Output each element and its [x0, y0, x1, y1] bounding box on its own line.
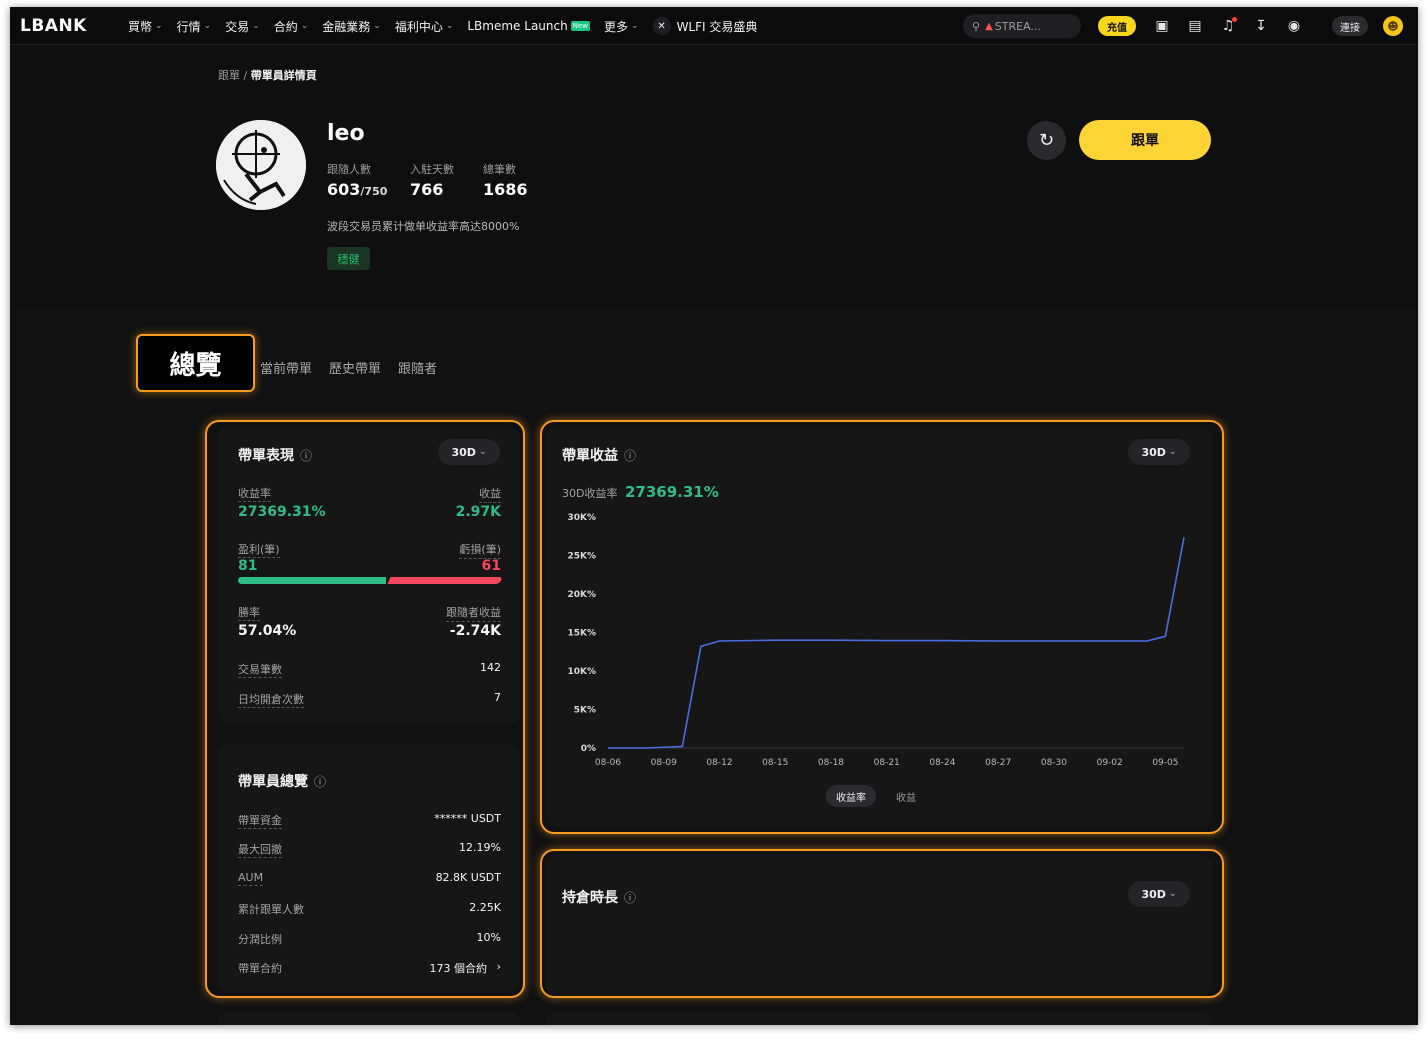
- orders-stat: 總筆數 1686: [483, 161, 528, 199]
- fire-icon: ▲: [985, 20, 993, 32]
- app-screen: LBANK 買幣 ⌄ 行情 ⌄ 交易 ⌄ 合約 ⌄ 金融業務 ⌄ 福利中心 ⌄ LBmeme Launc…: [10, 7, 1418, 1025]
- nav-item-label: 金融業務: [322, 19, 371, 34]
- follow-button[interactable]: 跟單: [1079, 120, 1211, 160]
- highlight-holding: [540, 849, 1224, 998]
- nav-item-8[interactable]: ✕ WLFI 交易盛典: [652, 17, 758, 35]
- nav-item-label: LBmeme Launch: [467, 19, 568, 33]
- highlight-profit-chart: [540, 420, 1224, 834]
- deposit-button[interactable]: 充值: [1098, 16, 1136, 36]
- globe-icon[interactable]: ◉: [1285, 17, 1303, 35]
- nav-item-3[interactable]: 合約 ⌄: [274, 18, 309, 35]
- highlight-left-column: [205, 420, 525, 998]
- lbank-logo[interactable]: LBANK: [20, 16, 87, 36]
- tab-followers[interactable]: 跟隨者: [398, 358, 437, 377]
- breadcrumb-separator: /: [243, 69, 248, 82]
- days-label: 入駐天數: [410, 163, 454, 176]
- nav-item-label: 福利中心: [394, 19, 443, 34]
- notification-dot: [1232, 17, 1237, 22]
- chevron-down-icon: ⌄: [445, 21, 454, 31]
- breadcrumb-parent[interactable]: 跟單: [218, 69, 240, 82]
- trader-description: 波段交易员累计做单收益率高达8000%: [327, 220, 520, 233]
- tab-bar: 當前帶單 歷史帶單 跟隨者: [260, 358, 454, 377]
- nav-item-4[interactable]: 金融業務 ⌄: [322, 18, 381, 35]
- nav-item-6[interactable]: LBmeme Launch New: [467, 19, 590, 33]
- chevron-down-icon: ⌄: [203, 21, 212, 31]
- bell-icon[interactable]: ♫: [1219, 17, 1237, 35]
- nav-item-7[interactable]: 更多 ⌄: [604, 18, 639, 35]
- nav-item-label: 合約: [273, 19, 298, 34]
- followers-max: /750: [360, 185, 388, 198]
- orders-value: 1686: [483, 180, 528, 199]
- chevron-down-icon: ⌄: [373, 21, 381, 31]
- wlfi-logo-icon: ✕: [652, 17, 671, 35]
- new-badge: New: [570, 21, 590, 31]
- nav-item-label: WLFI 交易盛典: [676, 19, 758, 34]
- connect-button[interactable]: 連接: [1332, 16, 1368, 36]
- wallet-icon[interactable]: ▣: [1153, 17, 1171, 35]
- search-icon: ⚲: [972, 19, 981, 33]
- breadcrumb-current: 帶單員詳情頁: [250, 69, 317, 82]
- breadcrumb: 跟單 / 帶單員詳情頁: [218, 67, 317, 83]
- tab-overview[interactable]: 總覽: [136, 334, 255, 392]
- chevron-down-icon: ⌄: [631, 21, 639, 31]
- share-icon: ↻: [1038, 130, 1055, 151]
- days-value: 766: [410, 180, 444, 199]
- style-tag: 穩健: [327, 247, 370, 270]
- top-navbar: LBANK 買幣 ⌄ 行情 ⌄ 交易 ⌄ 合約 ⌄ 金融業務 ⌄ 福利中心 ⌄ LBmeme Launc…: [10, 7, 1418, 45]
- main-menu: 買幣 ⌄ 行情 ⌄ 交易 ⌄ 合約 ⌄ 金融業務 ⌄ 福利中心 ⌄ LBmeme Launch New 更多…: [128, 7, 771, 45]
- tab-history-orders[interactable]: 歷史帶單: [329, 358, 381, 377]
- next-card-peek-right: [546, 1012, 1212, 1025]
- followers-value: 603: [327, 180, 361, 199]
- chevron-down-icon: ⌄: [300, 21, 309, 31]
- followers-stat: 跟隨人數 603/750: [327, 161, 387, 199]
- nav-item-label: 行情: [176, 19, 201, 34]
- download-icon[interactable]: ↧: [1252, 17, 1270, 35]
- orders-label: 總筆數: [483, 163, 516, 176]
- nav-item-label: 交易: [225, 19, 250, 34]
- nav-item-1[interactable]: 行情 ⌄: [177, 18, 212, 35]
- nav-item-2[interactable]: 交易 ⌄: [225, 18, 260, 35]
- user-avatar[interactable]: ☻: [1383, 16, 1403, 36]
- document-icon[interactable]: ▤: [1186, 17, 1204, 35]
- tab-current-orders[interactable]: 當前帶單: [260, 358, 312, 377]
- next-card-peek: [218, 1012, 520, 1025]
- followers-label: 跟隨人數: [327, 163, 371, 176]
- nav-item-label: 更多: [604, 19, 629, 34]
- search-input[interactable]: ⚲ ▲ STREA...: [963, 14, 1081, 38]
- trader-avatar: [216, 120, 306, 210]
- nav-item-0[interactable]: 買幣 ⌄: [128, 18, 163, 35]
- trader-name: leo: [327, 121, 365, 146]
- nav-item-5[interactable]: 福利中心 ⌄: [395, 18, 454, 35]
- days-stat: 入駐天數 766: [410, 161, 454, 199]
- nav-item-label: 買幣: [128, 19, 153, 34]
- chevron-down-icon: ⌄: [155, 21, 163, 31]
- chevron-down-icon: ⌄: [252, 21, 260, 31]
- search-placeholder: STREA...: [994, 19, 1041, 33]
- share-button[interactable]: ↻: [1027, 121, 1066, 160]
